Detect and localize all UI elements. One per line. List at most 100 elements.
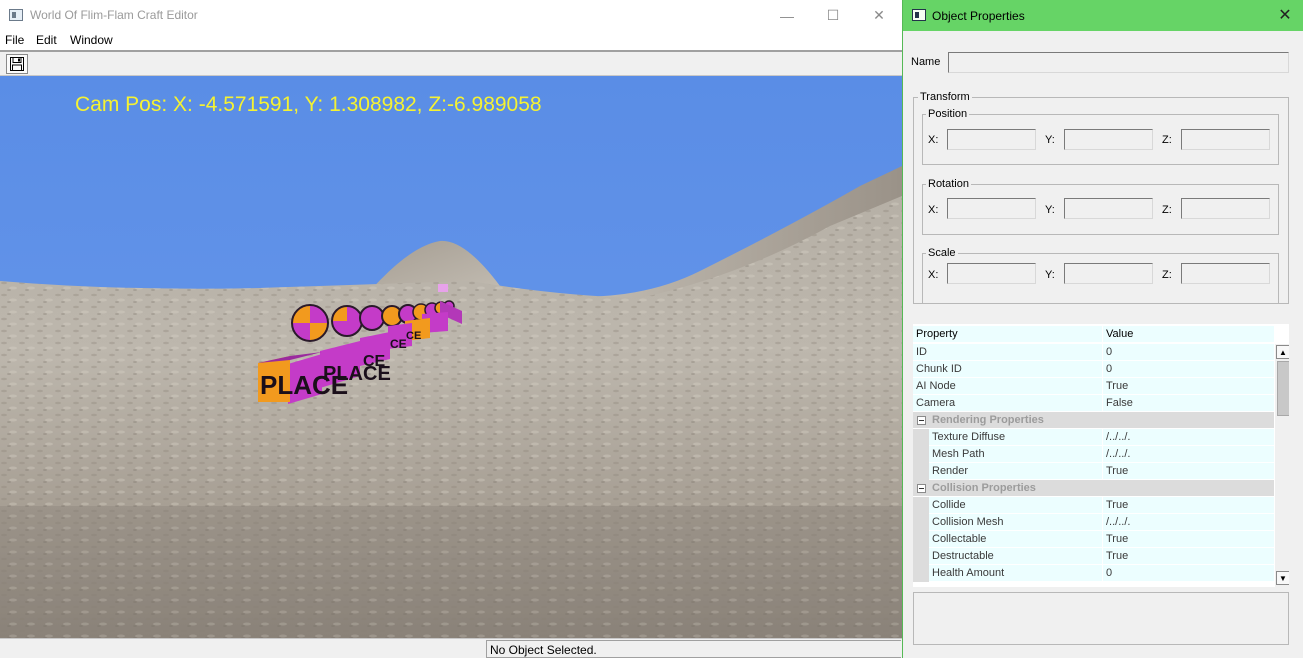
property-name: Health Amount bbox=[932, 567, 1005, 579]
property-name: Camera bbox=[916, 397, 956, 409]
property-value[interactable]: 0 bbox=[1106, 346, 1112, 358]
property-row-mesh-path[interactable]: Mesh Path /../../. bbox=[913, 446, 1274, 463]
terrain-scene: PLACE PLACE CE CE CE bbox=[0, 76, 902, 638]
position-x-label: X: bbox=[928, 134, 939, 146]
property-row-chunk-id[interactable]: Chunk ID 0 bbox=[913, 361, 1274, 378]
category-collision-properties[interactable]: Collision Properties bbox=[913, 480, 1274, 497]
cube-label-4: CE bbox=[390, 337, 407, 351]
menu-file[interactable]: File bbox=[5, 33, 24, 47]
rotation-z-label: Z: bbox=[1162, 204, 1172, 216]
property-grid-header: Property Value bbox=[913, 326, 1274, 343]
property-row-camera[interactable]: Camera False bbox=[913, 395, 1274, 412]
property-row-collide[interactable]: Collide True bbox=[913, 497, 1274, 514]
property-value[interactable]: 0 bbox=[1106, 567, 1112, 579]
property-row-id[interactable]: ID 0 bbox=[913, 344, 1274, 361]
window-title: World Of Flim-Flam Craft Editor bbox=[30, 8, 198, 22]
property-description-pane bbox=[913, 592, 1289, 645]
property-column-header[interactable]: Property bbox=[916, 328, 958, 340]
editor-window: World Of Flim-Flam Craft Editor — ☐ ✕ Fi… bbox=[0, 0, 902, 658]
menu-window[interactable]: Window bbox=[70, 33, 113, 47]
property-row-texture-diffuse[interactable]: Texture Diffuse /../../. bbox=[913, 429, 1274, 446]
property-name: Destructable bbox=[932, 550, 994, 562]
property-value[interactable]: /../../. bbox=[1106, 516, 1130, 528]
property-name: ID bbox=[916, 346, 927, 358]
property-value[interactable]: True bbox=[1106, 380, 1128, 392]
property-name: Collision Mesh bbox=[932, 516, 1004, 528]
rotation-z-field[interactable] bbox=[1181, 198, 1270, 219]
property-value[interactable]: True bbox=[1106, 499, 1128, 511]
value-column-header[interactable]: Value bbox=[1106, 328, 1133, 340]
camera-position-readout: Cam Pos: X: -4.571591, Y: 1.308982, Z:-6… bbox=[75, 93, 542, 116]
name-label: Name bbox=[911, 56, 941, 68]
properties-title: Object Properties bbox=[932, 9, 1025, 23]
property-name: AI Node bbox=[916, 380, 956, 392]
property-name: Render bbox=[932, 465, 969, 477]
category-title: Collision Properties bbox=[932, 482, 1036, 494]
rotation-y-label: Y: bbox=[1045, 204, 1055, 216]
position-z-label: Z: bbox=[1162, 134, 1172, 146]
cube-label-3: CE bbox=[363, 353, 386, 370]
rotation-x-label: X: bbox=[928, 204, 939, 216]
scale-x-label: X: bbox=[928, 269, 939, 281]
scroll-up-arrow-icon[interactable]: ▲ bbox=[1276, 345, 1289, 359]
menu-bar: File Edit Window bbox=[0, 31, 902, 50]
property-name: Collide bbox=[932, 499, 966, 511]
rotation-x-field[interactable] bbox=[947, 198, 1036, 219]
rotation-y-field[interactable] bbox=[1064, 198, 1153, 219]
property-name: Texture Diffuse bbox=[932, 431, 1006, 443]
property-name: Chunk ID bbox=[916, 363, 962, 375]
floppy-disk-icon bbox=[10, 57, 24, 71]
position-x-field[interactable] bbox=[947, 129, 1036, 150]
object-properties-window: Object Properties ✕ Name Transform Posit… bbox=[902, 0, 1303, 658]
app-window-icon bbox=[9, 9, 23, 21]
property-value[interactable]: /../../. bbox=[1106, 431, 1130, 443]
minimize-button[interactable]: — bbox=[764, 0, 810, 31]
properties-titlebar[interactable]: Object Properties ✕ bbox=[903, 0, 1303, 31]
property-value[interactable]: True bbox=[1106, 533, 1128, 545]
property-name: Mesh Path bbox=[932, 448, 985, 460]
properties-close-button[interactable]: ✕ bbox=[1273, 4, 1297, 26]
transform-title: Transform bbox=[918, 91, 972, 103]
scale-z-field[interactable] bbox=[1181, 263, 1270, 284]
property-row-collectable[interactable]: Collectable True bbox=[913, 531, 1274, 548]
position-y-field[interactable] bbox=[1064, 129, 1153, 150]
scale-z-label: Z: bbox=[1162, 269, 1172, 281]
scene-marker bbox=[438, 284, 448, 292]
collapse-icon[interactable] bbox=[917, 484, 926, 493]
toolbar bbox=[0, 52, 902, 76]
scale-title: Scale bbox=[926, 247, 958, 259]
rotation-title: Rotation bbox=[926, 178, 971, 190]
scale-y-label: Y: bbox=[1045, 269, 1055, 281]
save-button[interactable] bbox=[6, 54, 28, 74]
maximize-button[interactable]: ☐ bbox=[810, 0, 856, 31]
position-y-label: Y: bbox=[1045, 134, 1055, 146]
menu-edit[interactable]: Edit bbox=[36, 33, 57, 47]
close-button[interactable]: ✕ bbox=[856, 0, 902, 31]
scroll-down-arrow-icon[interactable]: ▼ bbox=[1276, 571, 1289, 585]
name-field[interactable] bbox=[948, 52, 1289, 73]
status-text: No Object Selected. bbox=[486, 640, 901, 658]
property-value[interactable]: False bbox=[1106, 397, 1133, 409]
scroll-thumb[interactable] bbox=[1277, 361, 1289, 416]
property-grid[interactable]: Property Value ID 0 Chunk ID 0 AI Node T… bbox=[913, 324, 1289, 587]
position-title: Position bbox=[926, 108, 970, 120]
property-value[interactable]: True bbox=[1106, 550, 1128, 562]
property-row-destructable[interactable]: Destructable True bbox=[913, 548, 1274, 565]
property-row-ai-node[interactable]: AI Node True bbox=[913, 378, 1274, 395]
property-row-collision-mesh[interactable]: Collision Mesh /../../. bbox=[913, 514, 1274, 531]
scale-y-field[interactable] bbox=[1064, 263, 1153, 284]
editor-titlebar[interactable]: World Of Flim-Flam Craft Editor — ☐ ✕ bbox=[0, 0, 902, 31]
collapse-icon[interactable] bbox=[917, 416, 926, 425]
category-rendering-properties[interactable]: Rendering Properties bbox=[913, 412, 1274, 429]
property-value[interactable]: True bbox=[1106, 465, 1128, 477]
3d-viewport[interactable]: PLACE PLACE CE CE CE Cam Pos: X: -4.5715… bbox=[0, 76, 902, 638]
status-bar: No Object Selected. bbox=[0, 638, 902, 658]
property-value[interactable]: 0 bbox=[1106, 363, 1112, 375]
property-value[interactable]: /../../. bbox=[1106, 448, 1130, 460]
property-grid-scrollbar[interactable]: ▲ ▼ bbox=[1275, 344, 1289, 587]
position-z-field[interactable] bbox=[1181, 129, 1270, 150]
property-row-render[interactable]: Render True bbox=[913, 463, 1274, 480]
scale-x-field[interactable] bbox=[947, 263, 1036, 284]
property-row-health-amount[interactable]: Health Amount 0 bbox=[913, 565, 1274, 582]
property-name: Collectable bbox=[932, 533, 987, 545]
